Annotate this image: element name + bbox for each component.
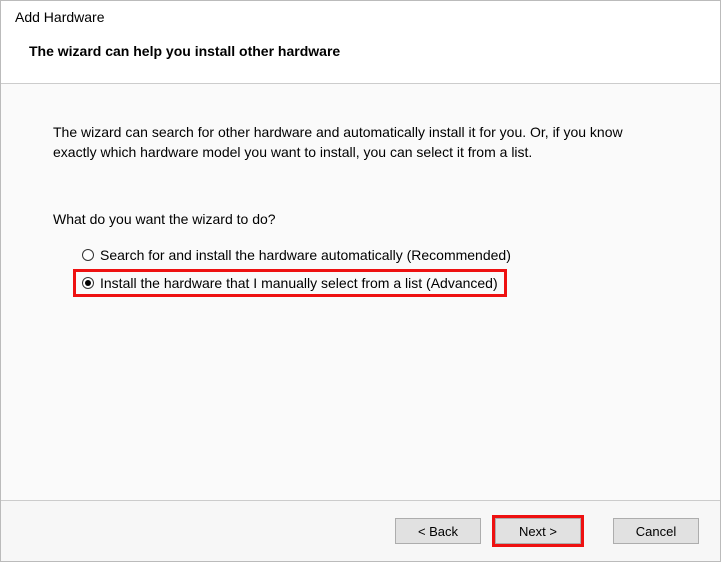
cancel-button[interactable]: Cancel xyxy=(613,518,699,544)
wizard-subtitle: The wizard can help you install other ha… xyxy=(15,43,706,59)
back-button-wrap: < Back xyxy=(392,515,484,547)
description-text: The wizard can search for other hardware… xyxy=(53,122,668,163)
cancel-button-wrap: Cancel xyxy=(610,515,702,547)
option-label: Search for and install the hardware auto… xyxy=(100,247,511,263)
wizard-footer: < Back Next > Cancel xyxy=(1,500,720,561)
radio-icon xyxy=(82,277,94,289)
next-button-wrap: Next > xyxy=(492,515,584,547)
next-button[interactable]: Next > xyxy=(495,518,581,544)
prompt-text: What do you want the wizard to do? xyxy=(53,211,668,227)
spacer xyxy=(592,515,602,547)
option-label: Install the hardware that I manually sel… xyxy=(100,275,498,291)
wizard-header: Add Hardware The wizard can help you ins… xyxy=(1,1,720,83)
radio-group: Search for and install the hardware auto… xyxy=(53,241,668,297)
back-button[interactable]: < Back xyxy=(395,518,481,544)
window-title: Add Hardware xyxy=(15,9,706,25)
option-auto-install[interactable]: Search for and install the hardware auto… xyxy=(73,241,520,269)
radio-icon xyxy=(82,249,94,261)
wizard-content: The wizard can search for other hardware… xyxy=(1,84,720,500)
add-hardware-wizard: Add Hardware The wizard can help you ins… xyxy=(0,0,721,562)
option-manual-install[interactable]: Install the hardware that I manually sel… xyxy=(73,269,507,297)
